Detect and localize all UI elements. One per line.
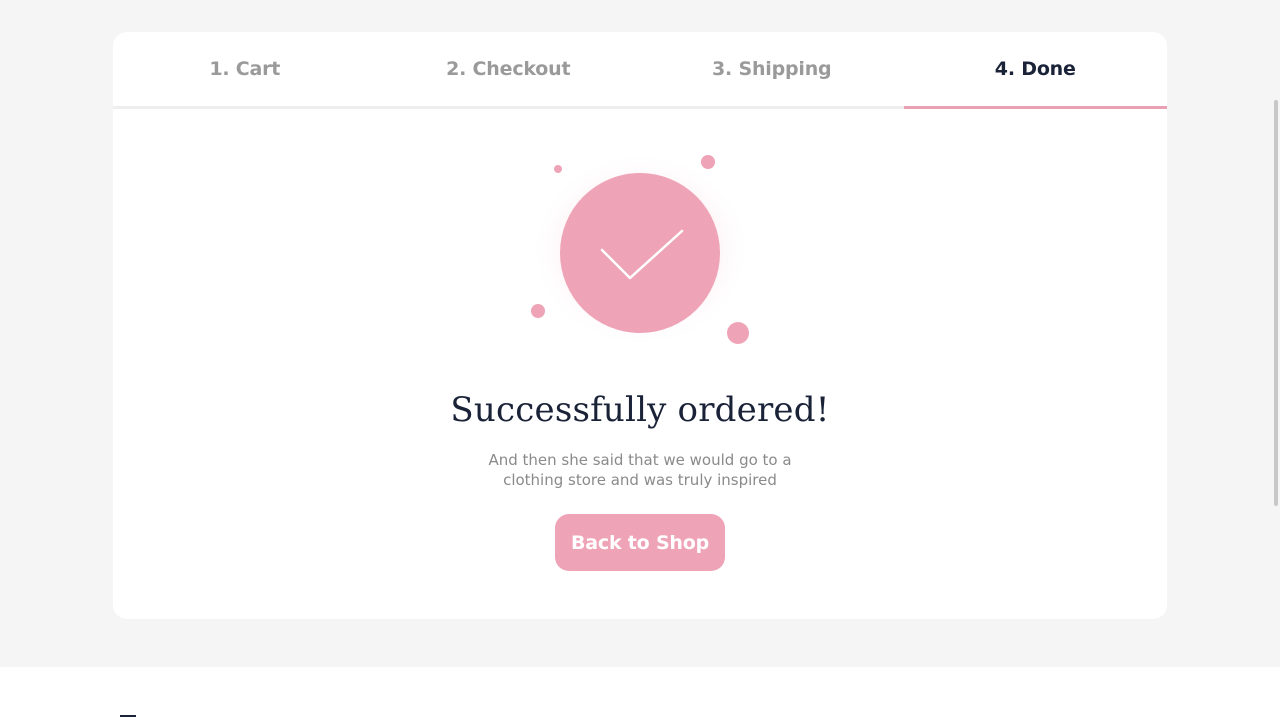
success-title: Successfully ordered!: [450, 390, 830, 430]
step-checkout[interactable]: 2. Checkout: [377, 32, 641, 106]
success-illustration: [531, 152, 751, 348]
page: 1. Cart 2. Checkout 3. Shipping 4. Done: [0, 0, 1280, 720]
success-message: And then she said that we would go to a …: [488, 451, 792, 489]
confetti-dot: [701, 155, 715, 169]
checkmark-icon: [531, 152, 751, 348]
footer-band: [0, 667, 1280, 720]
menu-icon[interactable]: [120, 715, 136, 717]
confetti-dot: [554, 165, 562, 173]
step-shipping[interactable]: 3. Shipping: [640, 32, 904, 106]
scrollbar[interactable]: [1274, 100, 1278, 506]
step-done[interactable]: 4. Done: [903, 32, 1168, 109]
order-card: 1. Cart 2. Checkout 3. Shipping 4. Done: [113, 32, 1167, 619]
step-cart[interactable]: 1. Cart: [113, 32, 377, 106]
back-to-shop-button[interactable]: Back to Shop: [555, 514, 725, 571]
checkout-steps: 1. Cart 2. Checkout 3. Shipping 4. Done: [113, 32, 1167, 109]
confetti-dot: [727, 322, 749, 344]
check-circle: [560, 173, 720, 333]
confetti-dot: [531, 304, 545, 318]
